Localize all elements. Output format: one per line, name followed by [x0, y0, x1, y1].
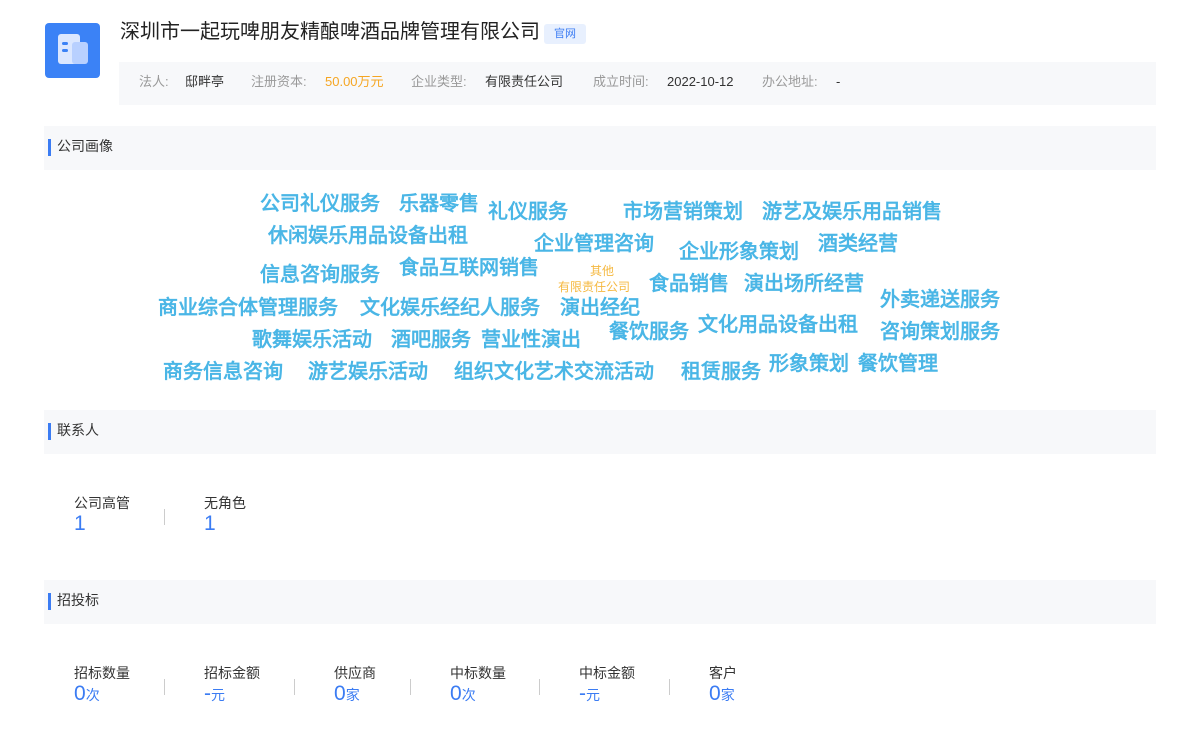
- cloud-word: 公司礼仪服务: [260, 193, 380, 215]
- stat-label: 中标数量: [450, 665, 506, 681]
- address-value: -: [836, 74, 841, 89]
- cloud-word: 形象策划: [769, 353, 849, 375]
- capital-label: 注册资本:: [251, 74, 307, 89]
- cloud-word: 食品销售: [649, 273, 729, 295]
- section-company-portrait: 公司画像: [44, 126, 1156, 170]
- stat-divider: [539, 679, 540, 695]
- company-logo: [45, 23, 100, 78]
- cloud-word: 文化用品设备出租: [698, 314, 858, 336]
- capital-value: 50.00万元: [325, 74, 384, 89]
- stat-value-no-role[interactable]: 1: [204, 512, 216, 536]
- stat-divider: [669, 679, 670, 695]
- building-icon-secondary: [72, 42, 88, 64]
- cloud-word: 企业管理咨询: [534, 233, 654, 255]
- stat-divider: [164, 509, 165, 525]
- section-bidding: 招投标: [44, 580, 1156, 624]
- section-title: 公司画像: [57, 138, 113, 154]
- cloud-word: 外卖递送服务: [880, 289, 1000, 311]
- cloud-word-small: 有限责任公司: [558, 280, 631, 294]
- company-type-label: 企业类型:: [411, 74, 467, 89]
- company-name: 深圳市一起玩啤朋友精酿啤酒品牌管理有限公司: [120, 21, 540, 43]
- cloud-word: 文化娱乐经纪人服务: [360, 297, 540, 319]
- cloud-word: 游艺娱乐活动: [308, 361, 428, 383]
- stat-label: 招标金额: [204, 665, 260, 681]
- cloud-word: 礼仪服务: [488, 201, 568, 223]
- cloud-word: 休闲娱乐用品设备出租: [268, 225, 468, 247]
- stat-label: 公司高管: [74, 495, 130, 511]
- cloud-word: 咨询策划服务: [880, 321, 1000, 343]
- founded-value: 2022-10-12: [667, 74, 734, 89]
- legal-rep-label: 法人:: [139, 74, 169, 89]
- legal-rep-value[interactable]: 邸畔亭: [185, 62, 224, 102]
- cloud-word: 租赁服务: [681, 361, 761, 383]
- stat-divider: [164, 679, 165, 695]
- cloud-word: 餐饮管理: [858, 353, 938, 375]
- stat-value-tender-count[interactable]: 0次: [74, 682, 100, 707]
- cloud-word: 餐饮服务: [609, 321, 689, 343]
- cloud-word: 酒吧服务: [391, 329, 471, 351]
- address-label: 办公地址:: [762, 74, 818, 89]
- stat-value-customers[interactable]: 0家: [709, 682, 735, 707]
- cloud-word: 商务信息咨询: [163, 361, 283, 383]
- cloud-word: 商业综合体管理服务: [158, 297, 338, 319]
- section-contacts: 联系人: [44, 410, 1156, 454]
- cloud-word: 营业性演出: [481, 329, 581, 351]
- stat-label: 客户: [709, 665, 737, 681]
- stat-value-executives[interactable]: 1: [74, 512, 86, 536]
- stat-label: 招标数量: [74, 665, 130, 681]
- cloud-word: 演出经纪: [560, 297, 640, 319]
- stat-value-suppliers[interactable]: 0家: [334, 682, 360, 707]
- cloud-word: 组织文化艺术交流活动: [454, 361, 654, 383]
- section-title: 联系人: [57, 422, 99, 438]
- cloud-word: 企业形象策划: [679, 241, 799, 263]
- company-type-value: 有限责任公司: [485, 74, 564, 89]
- stat-label: 中标金额: [579, 665, 635, 681]
- section-title: 招投标: [57, 592, 99, 608]
- stat-label: 无角色: [204, 495, 246, 511]
- cloud-word: 食品互联网销售: [399, 257, 539, 279]
- founded-label: 成立时间:: [593, 74, 649, 89]
- cloud-word: 游艺及娱乐用品销售: [762, 201, 942, 223]
- stat-value-win-count[interactable]: 0次: [450, 682, 476, 707]
- company-info-bar: 法人: 邸畔亭 注册资本: 50.00万元 企业类型: 有限责任公司 成立时间:…: [119, 62, 1156, 105]
- official-site-badge[interactable]: 官网: [544, 24, 586, 44]
- cloud-word: 信息咨询服务: [260, 264, 380, 286]
- cloud-word: 歌舞娱乐活动: [252, 329, 372, 351]
- stat-divider: [410, 679, 411, 695]
- stat-value-tender-amount[interactable]: -元: [204, 682, 225, 707]
- stat-divider: [294, 679, 295, 695]
- stat-label: 供应商: [334, 665, 376, 681]
- stat-value-win-amount[interactable]: -元: [579, 682, 600, 707]
- cloud-word: 酒类经营: [818, 233, 898, 255]
- cloud-word: 演出场所经营: [744, 273, 864, 295]
- cloud-word: 市场营销策划: [623, 201, 743, 223]
- cloud-word-small: 其他: [590, 264, 615, 278]
- cloud-word: 乐器零售: [399, 193, 479, 215]
